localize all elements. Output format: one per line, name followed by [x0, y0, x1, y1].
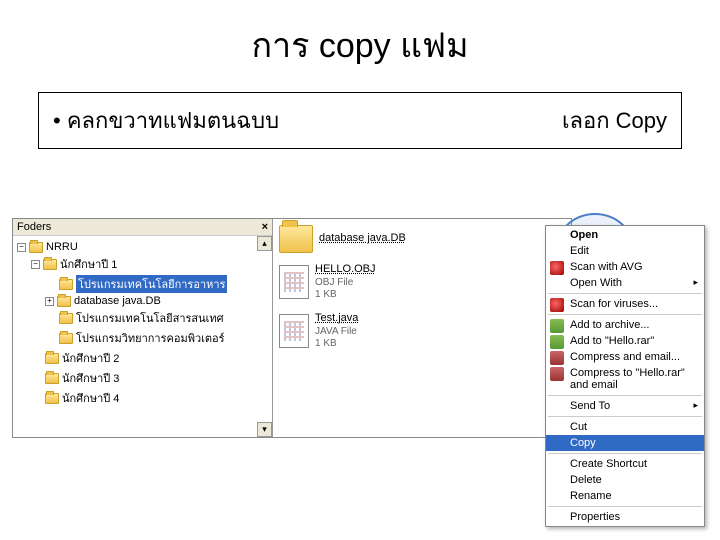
tree-item[interactable]: นักศึกษาปี 2 — [17, 348, 272, 368]
tree-item[interactable]: − นักศึกษาปี 1 — [17, 254, 272, 274]
folder-icon — [59, 333, 73, 344]
tree-item[interactable]: นักศึกษาปี 4 — [17, 388, 272, 408]
file-name: Test.java — [315, 312, 358, 326]
shield-icon — [550, 298, 564, 312]
menu-edit[interactable]: Edit — [546, 243, 704, 259]
menu-separator — [548, 314, 702, 315]
folder-tree: ▴ −NRRU−นักศึกษาปี 1โปรแกรมเทคโนโลยีการอ… — [13, 236, 272, 437]
tree-label: โปรแกรมเทคโนโลยีการอาหาร — [76, 275, 227, 293]
folder-icon — [57, 296, 71, 307]
menu-rename[interactable]: Rename — [546, 488, 704, 504]
menu-scan-viruses[interactable]: Scan for viruses... — [546, 296, 704, 312]
book-icon — [550, 367, 564, 381]
menu-compress-hello-email[interactable]: Compress to "Hello.rar" and email — [546, 365, 704, 393]
hint-text: เลอก Copy — [562, 103, 667, 138]
avg-icon — [550, 261, 564, 275]
tree-toggle-icon[interactable]: − — [17, 243, 26, 252]
menu-separator — [548, 416, 702, 417]
folder-icon — [59, 279, 73, 290]
menu-add-hello-rar[interactable]: Add to "Hello.rar" — [546, 333, 704, 349]
file-type-label: OBJ File — [315, 277, 376, 290]
scroll-down-icon[interactable]: ▾ — [257, 422, 272, 437]
menu-separator — [548, 506, 702, 507]
book-icon — [550, 351, 564, 365]
archive-icon — [550, 319, 564, 333]
file-item[interactable]: database java.DB — [279, 225, 565, 253]
menu-properties[interactable]: Properties — [546, 509, 704, 525]
menu-cut[interactable]: Cut — [546, 419, 704, 435]
scroll-up-icon[interactable]: ▴ — [257, 236, 272, 251]
file-size-label: 1 KB — [315, 289, 376, 302]
folders-pane: Foders × ▴ −NRRU−นักศึกษาปี 1โปรแกรมเทคโ… — [13, 219, 273, 437]
tree-label: นักศึกษาปี 4 — [62, 389, 119, 407]
file-meta: database java.DB — [319, 232, 406, 246]
file-name: HELLO.OBJ — [315, 263, 376, 277]
tree-item[interactable]: โปรแกรมเทคโนโลยีการอาหาร — [17, 274, 272, 294]
tree-label: database java.DB — [74, 295, 161, 307]
folder-icon — [43, 259, 57, 270]
folder-icon — [45, 373, 59, 384]
instruction-box: คลกขวาทแฟมตนฉบบ เลอก Copy — [38, 92, 682, 149]
file-item[interactable]: Test.javaJAVA File1 KB — [279, 312, 565, 351]
tree-label: NRRU — [46, 241, 78, 253]
menu-compress-email[interactable]: Compress and email... — [546, 349, 704, 365]
file-icon — [279, 265, 309, 299]
menu-separator — [548, 395, 702, 396]
file-item[interactable]: HELLO.OBJOBJ File1 KB — [279, 263, 565, 302]
tree-toggle-icon[interactable]: − — [31, 260, 40, 269]
tree-toggle-icon[interactable]: + — [45, 297, 54, 306]
file-type-label: JAVA File — [315, 326, 358, 339]
menu-separator — [548, 453, 702, 454]
tree-label: นักศึกษาปี 1 — [60, 255, 117, 273]
menu-open-with[interactable]: Open With — [546, 275, 704, 291]
menu-send-to[interactable]: Send To — [546, 398, 704, 414]
folder-icon — [279, 225, 313, 253]
menu-create-shortcut[interactable]: Create Shortcut — [546, 456, 704, 472]
close-icon[interactable]: × — [262, 221, 268, 233]
menu-scan-avg[interactable]: Scan with AVG — [546, 259, 704, 275]
file-name: database java.DB — [319, 232, 406, 246]
file-size-label: 1 KB — [315, 338, 358, 351]
folders-title: Foders — [17, 221, 51, 233]
tree-item[interactable]: โปรแกรมวิทยาการคอมพิวเตอร์ — [17, 328, 272, 348]
bullet-text: คลกขวาทแฟมตนฉบบ — [53, 103, 279, 138]
folder-icon — [29, 242, 43, 253]
slide-title: การ copy แฟม — [0, 0, 720, 82]
folders-header: Foders × — [13, 219, 272, 236]
files-pane: database java.DBHELLO.OBJOBJ File1 KBTes… — [273, 219, 571, 437]
menu-copy[interactable]: Copy — [546, 435, 704, 451]
folder-icon — [45, 353, 59, 364]
folder-icon — [45, 393, 59, 404]
tree-item[interactable]: นักศึกษาปี 3 — [17, 368, 272, 388]
tree-label: นักศึกษาปี 3 — [62, 369, 119, 387]
tree-item[interactable]: โปรแกรมเทคโนโลยีสารสนเทศ — [17, 308, 272, 328]
file-meta: Test.javaJAVA File1 KB — [315, 312, 358, 351]
folder-icon — [59, 313, 73, 324]
tree-label: โปรแกรมวิทยาการคอมพิวเตอร์ — [76, 329, 225, 347]
tree-item[interactable]: + database java.DB — [17, 294, 272, 308]
tree-label: นักศึกษาปี 2 — [62, 349, 119, 367]
archive-icon — [550, 335, 564, 349]
menu-add-archive[interactable]: Add to archive... — [546, 317, 704, 333]
tree-label: โปรแกรมเทคโนโลยีสารสนเทศ — [76, 309, 224, 327]
menu-open[interactable]: Open — [546, 227, 704, 243]
file-icon — [279, 314, 309, 348]
tree-item[interactable]: − NRRU — [17, 240, 272, 254]
menu-delete[interactable]: Delete — [546, 472, 704, 488]
context-menu: Open Edit Scan with AVG Open With Scan f… — [545, 225, 705, 527]
file-meta: HELLO.OBJOBJ File1 KB — [315, 263, 376, 302]
menu-separator — [548, 293, 702, 294]
explorer-window: Foders × ▴ −NRRU−นักศึกษาปี 1โปรแกรมเทคโ… — [12, 218, 572, 438]
